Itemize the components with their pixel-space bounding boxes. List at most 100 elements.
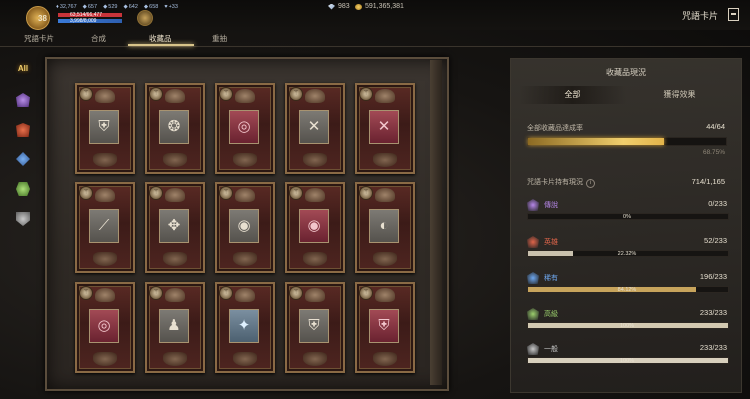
- spell-card[interactable]: ⚚ ✕: [355, 83, 415, 174]
- card-badge-icon: ⚚: [149, 87, 163, 101]
- card-ornament: [93, 352, 117, 366]
- book-page-edge: [430, 60, 442, 385]
- card-emblem-icon: ⛨: [89, 110, 119, 144]
- active-tab-indicator: [128, 44, 194, 46]
- legendary-filter-icon[interactable]: [16, 93, 30, 107]
- rarity-count: 52/233: [704, 236, 727, 245]
- card-ornament: [303, 153, 327, 167]
- spell-card[interactable]: ⚚ ◉: [285, 182, 345, 273]
- card-badge-icon: ⚚: [359, 286, 373, 300]
- card-ornament: [303, 352, 327, 366]
- card-ornament: [375, 188, 395, 202]
- gold-coin-icon: [355, 3, 362, 10]
- card-emblem-icon: ✕: [369, 110, 399, 144]
- stat-value: +33: [168, 4, 178, 10]
- card-ornament: [233, 352, 257, 366]
- card-badge-icon: ⚚: [219, 186, 233, 200]
- card-ornament: [163, 153, 187, 167]
- card-ornament: [373, 153, 397, 167]
- rarity-count: 233/233: [699, 308, 727, 317]
- card-ornament: [163, 352, 187, 366]
- segment-all[interactable]: 全部: [519, 86, 626, 104]
- card-badge-icon: ⚚: [149, 286, 163, 300]
- card-badge-icon: ⚚: [359, 186, 373, 200]
- rarity-name: 傳說: [544, 202, 558, 209]
- card-ornament: [165, 288, 185, 302]
- master-filter-icon[interactable]: [16, 182, 30, 196]
- spell-card[interactable]: ⚚ ⛨: [355, 282, 415, 373]
- spell-card[interactable]: ⚚ ♟: [145, 282, 205, 373]
- spell-card[interactable]: ⚚ ❂: [145, 83, 205, 174]
- spell-card[interactable]: ⚚ ◐: [355, 182, 415, 273]
- card-ornament: [305, 188, 325, 202]
- card-badge-icon: ⚚: [219, 87, 233, 101]
- gem-currency: 983: [328, 3, 350, 10]
- spell-card[interactable]: ⚚ ⛨: [285, 282, 345, 373]
- rarity-percent: 0%: [623, 214, 631, 220]
- card-ornament: [373, 252, 397, 266]
- card-emblem-icon: ❂: [159, 110, 189, 144]
- card-emblem-icon: ◎: [229, 110, 259, 144]
- filter-all-button[interactable]: All: [14, 62, 32, 76]
- rarity-percent: 100%: [619, 358, 635, 364]
- crest-icon[interactable]: [137, 10, 153, 26]
- card-ornament: [233, 153, 257, 167]
- tab-redraw[interactable]: 重抽: [212, 33, 227, 44]
- owned-label: 咒語卡片持有現況 i: [527, 177, 595, 188]
- card-ornament: [305, 288, 325, 302]
- boot-icon: ◆ 642: [123, 4, 138, 10]
- card-emblem-icon: ✥: [159, 209, 189, 243]
- card-ornament: [235, 288, 255, 302]
- shield-icon: ♦ 32,767: [56, 4, 77, 10]
- segment-acquired-effects[interactable]: 獲得效果: [626, 86, 733, 104]
- amulet-icon: ◆ 529: [103, 4, 118, 10]
- card-badge-icon: ⚚: [79, 87, 93, 101]
- card-emblem-icon: ⟋: [89, 209, 119, 243]
- card-ornament: [375, 89, 395, 103]
- gem-icon: [328, 3, 335, 10]
- card-ornament: [93, 153, 117, 167]
- card-ornament: [95, 89, 115, 103]
- legendary-rarity-icon: [527, 199, 539, 211]
- rare-filter-icon[interactable]: [16, 152, 30, 166]
- rarity-row: 一般 233/233 100%: [527, 343, 729, 373]
- common-filter-icon[interactable]: [16, 212, 30, 226]
- rarity-name: 高級: [544, 311, 558, 318]
- tab-collection[interactable]: 收藏品: [149, 33, 172, 44]
- rarity-percent: 100%: [619, 323, 635, 329]
- rarity-name: 一般: [544, 346, 558, 353]
- rare-rarity-icon: [527, 272, 539, 284]
- rarity-percent: 84.12%: [617, 287, 637, 293]
- spell-card[interactable]: ⚚ ✥: [145, 182, 205, 273]
- card-emblem-icon: ⛨: [299, 309, 329, 343]
- card-ornament: [235, 89, 255, 103]
- spell-card[interactable]: ⚚ ◎: [215, 83, 275, 174]
- card-badge-icon: ⚚: [289, 87, 303, 101]
- completion-percent: 68.75%: [702, 149, 725, 156]
- spell-card[interactable]: ⚚ ⟋: [75, 182, 135, 273]
- tab-spell-cards[interactable]: 咒語卡片: [24, 33, 54, 44]
- spell-card[interactable]: ⚚ ◉: [215, 182, 275, 273]
- owned-value: 714/1,165: [691, 177, 725, 186]
- spell-card[interactable]: ⚚ ✕: [285, 83, 345, 174]
- owned-label-text: 咒語卡片持有現況: [527, 179, 583, 186]
- rarity-count: 0/233: [708, 199, 727, 208]
- tab-synthesis[interactable]: 合成: [91, 33, 106, 44]
- card-ornament: [235, 188, 255, 202]
- completion-value: 44/64: [706, 122, 725, 131]
- card-ornament: [163, 252, 187, 266]
- hp-bar: 63,514/66,477: [58, 12, 122, 18]
- common-rarity-icon: [527, 343, 539, 355]
- screen-title: 咒語卡片: [681, 11, 718, 21]
- exit-icon[interactable]: [728, 8, 739, 21]
- completion-bar-fill: [528, 138, 665, 145]
- hero-filter-icon[interactable]: [16, 123, 30, 137]
- stat-value: 642: [128, 4, 138, 10]
- spell-card[interactable]: ⚚ ◎: [75, 282, 135, 373]
- stat-row: ♦ 32,767 ◆ 657 ◆ 529 ◆ 642 ◆ 658 ♥ +33: [56, 4, 178, 10]
- spell-card[interactable]: ⚚ ✦: [215, 282, 275, 373]
- card-emblem-icon: ◐: [369, 209, 399, 243]
- spell-card[interactable]: ⚚ ⛨: [75, 83, 135, 174]
- completion-label: 全部收藏品達成率: [527, 125, 583, 132]
- info-icon[interactable]: i: [586, 179, 595, 188]
